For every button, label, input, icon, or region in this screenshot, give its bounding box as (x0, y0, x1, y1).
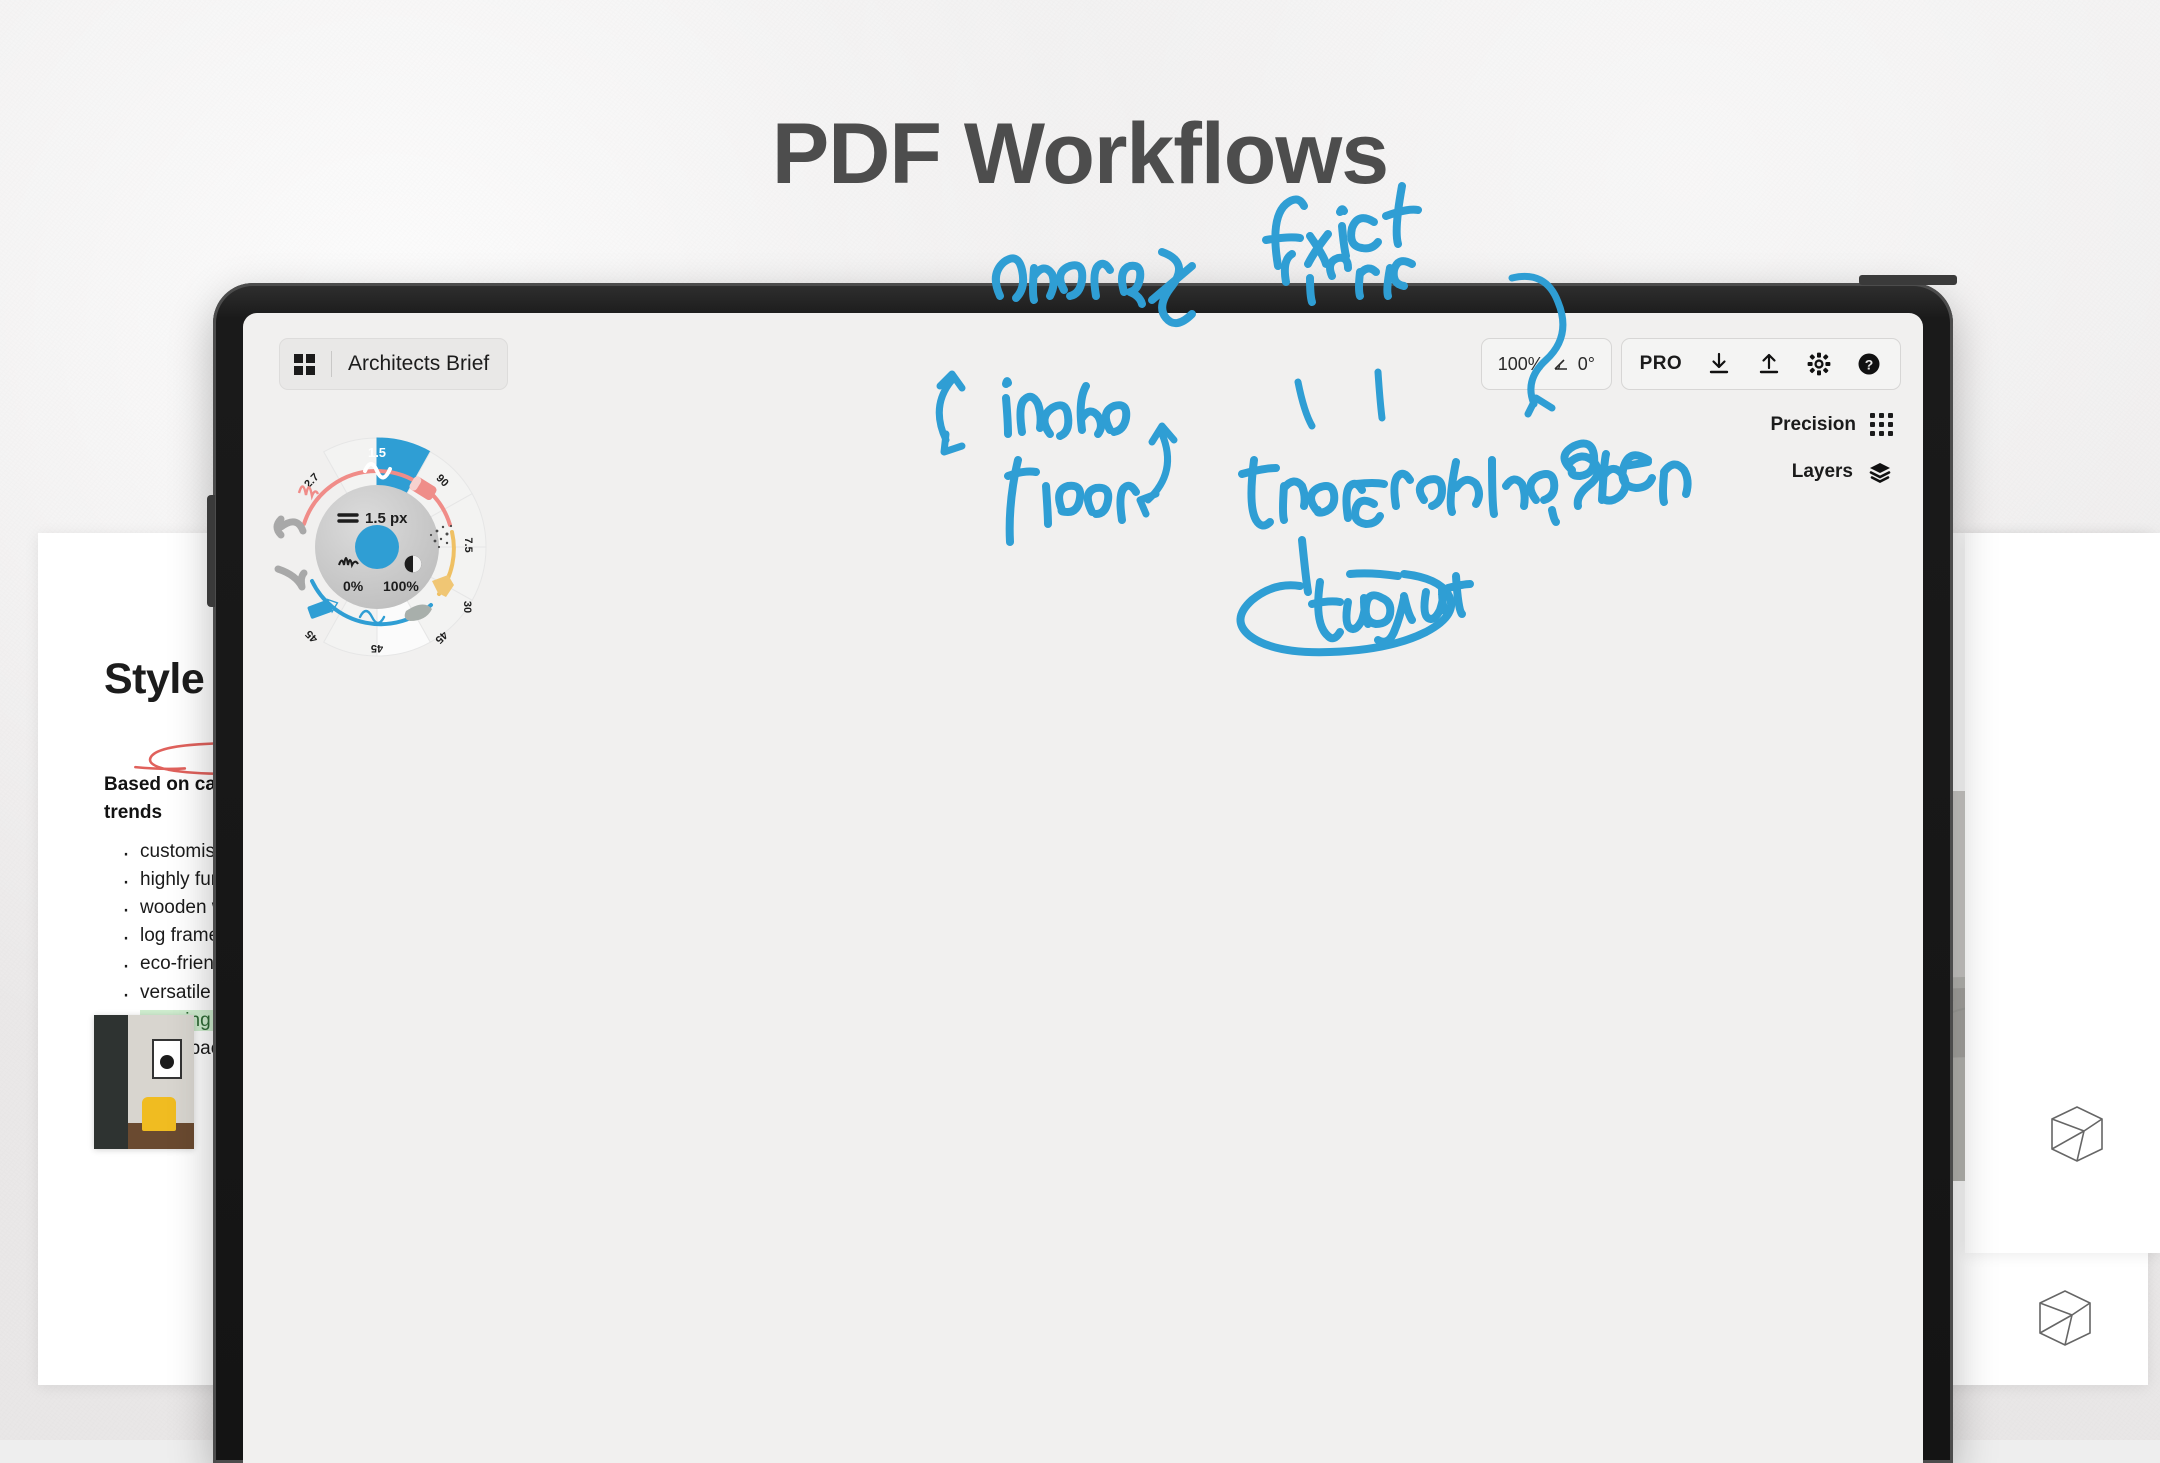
precision-control[interactable]: Precision (1770, 413, 1893, 436)
redo-arrow-icon (274, 565, 308, 591)
angle-icon (1554, 359, 1567, 370)
undo-arrow-icon (273, 515, 307, 539)
document-page-next-partial[interactable] (1965, 533, 2160, 1253)
wheel-opacity-max: 100% (383, 578, 419, 594)
help-icon[interactable]: ? (1856, 351, 1882, 377)
tablet-power-button[interactable] (1859, 275, 1957, 285)
zoom-level-value: 100% (1497, 353, 1544, 374)
photo-interior-yellow-chair (94, 1015, 194, 1149)
wheel-opacity-min: 0% (343, 578, 364, 594)
zoom-angle-chip[interactable]: 100% 0° (1480, 338, 1612, 390)
angle-value: 0° (1577, 353, 1595, 374)
layers-icon[interactable] (1867, 461, 1893, 483)
svg-text:45: 45 (371, 642, 383, 654)
svg-text:7.5: 7.5 (462, 537, 474, 552)
wheel-size-label: 1.5 px (365, 510, 408, 527)
tablet-device: Architects Brief 100% 0° PRO ? Precision… (207, 275, 1957, 1463)
brush-icon (297, 485, 320, 501)
cube-logo-icon (2039, 1290, 2091, 1346)
pro-badge[interactable]: PRO (1640, 353, 1682, 375)
download-icon[interactable] (1706, 351, 1732, 377)
layers-label: Layers (1791, 461, 1853, 482)
gear-icon[interactable] (1806, 351, 1832, 377)
svg-text:30: 30 (461, 601, 473, 613)
svg-text:45: 45 (303, 628, 320, 645)
dot-grid-icon[interactable] (1870, 413, 1893, 436)
radial-tool-wheel[interactable]: 1.5 px 0% 100% 2.7 1.5 90 7.5 30 45 45 4 (261, 431, 493, 663)
layers-control[interactable]: Layers (1792, 461, 1893, 483)
cube-logo-icon (2051, 1106, 2103, 1162)
grid-icon[interactable] (294, 353, 315, 375)
right-toolbar-group: PRO ? (1620, 338, 1901, 390)
upload-icon[interactable] (1756, 351, 1782, 377)
document-tab-label: Architects Brief (348, 352, 490, 375)
page-title: PDF Workflows (771, 106, 1389, 202)
svg-text:1.5: 1.5 (368, 445, 386, 460)
precision-label: Precision (1770, 413, 1856, 435)
document-tab-architects-brief[interactable]: Architects Brief (279, 338, 509, 390)
tab-divider (331, 351, 332, 377)
svg-text:?: ? (1865, 356, 1874, 372)
tablet-volume-button[interactable] (207, 495, 215, 607)
tablet-screen: Architects Brief 100% 0° PRO ? Precision… (243, 313, 1923, 1463)
